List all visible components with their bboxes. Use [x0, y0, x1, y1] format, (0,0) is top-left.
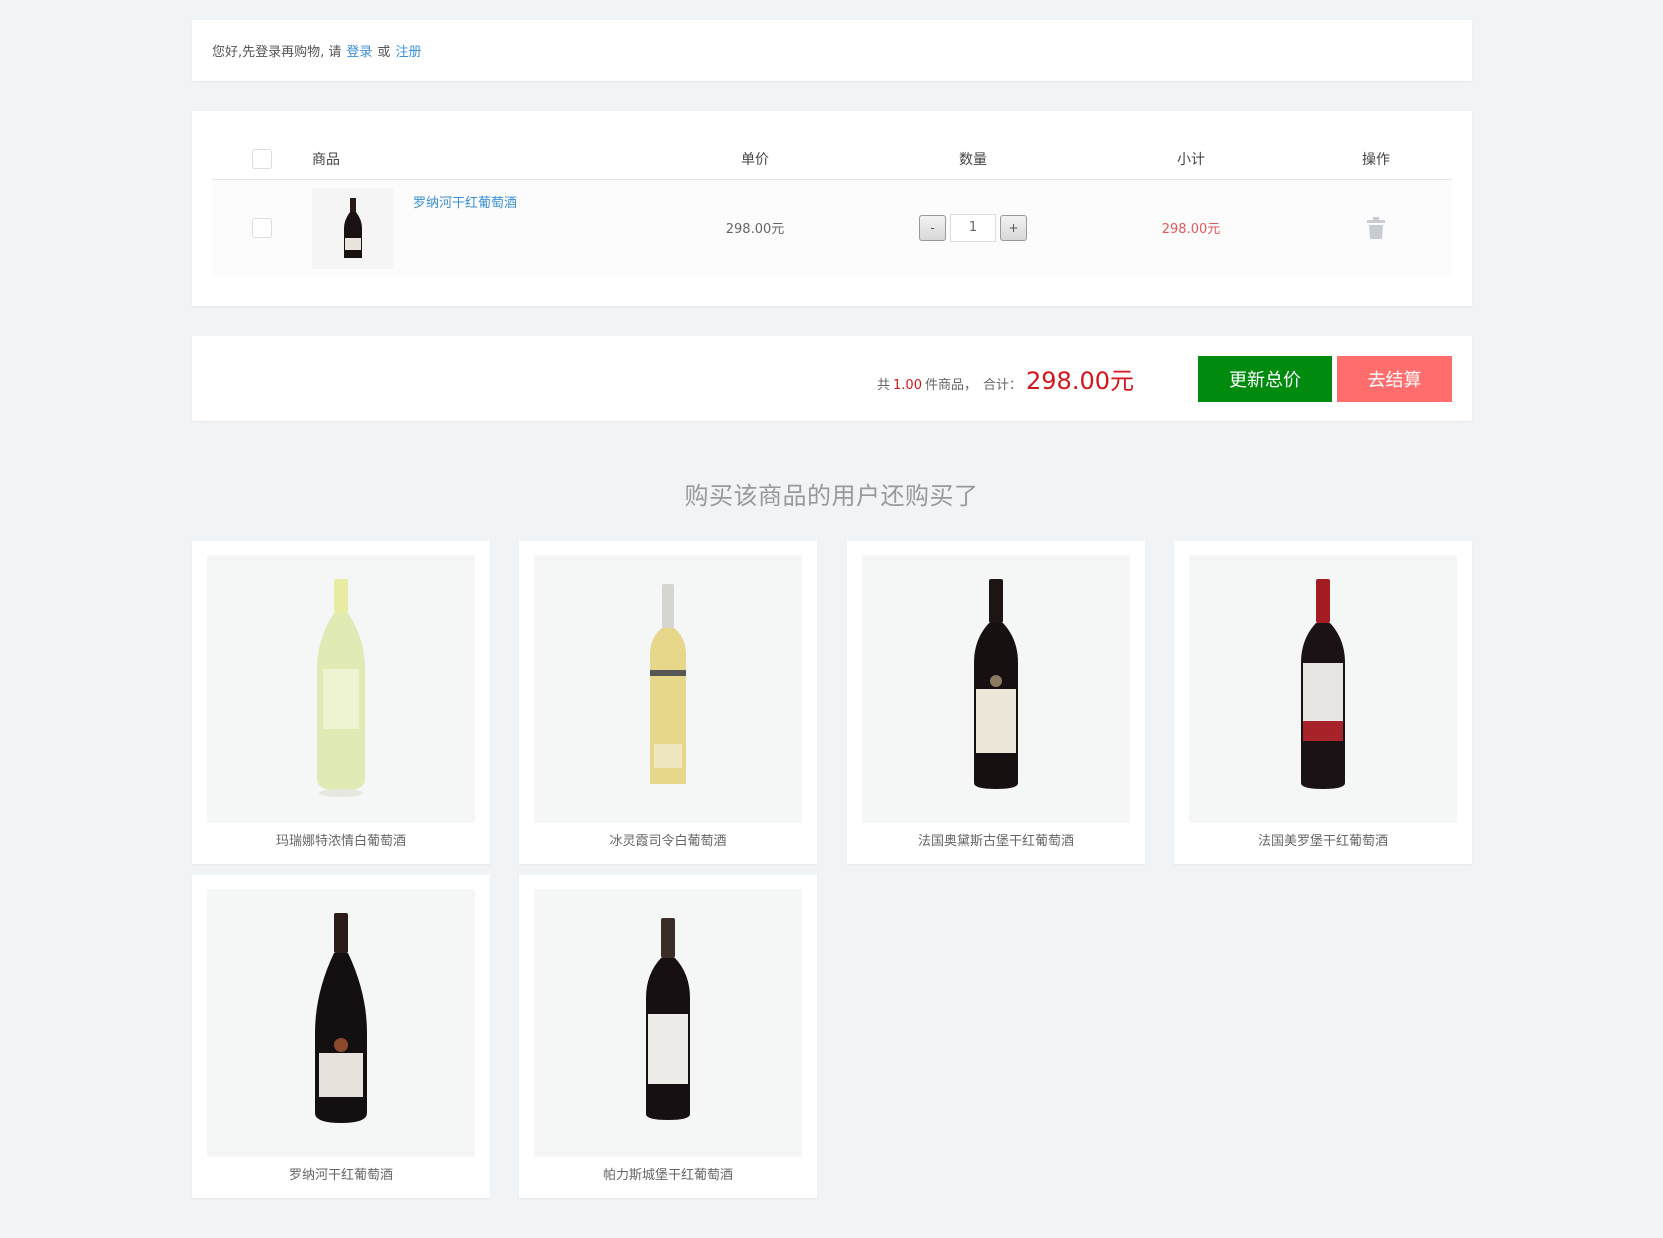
update-total-button[interactable]: 更新总价	[1198, 355, 1332, 402]
product-name[interactable]: 罗纳河干红葡萄酒	[192, 1164, 490, 1183]
red-wine-bottle-icon	[1301, 579, 1345, 789]
login-prompt-bar: 您好,先登录再购物, 请 登录 或 注册	[192, 20, 1472, 81]
header-subtotal: 小计	[1177, 152, 1205, 168]
product-name[interactable]: 冰灵霞司令白葡萄酒	[519, 830, 817, 849]
product-card[interactable]: 玛瑞娜特浓情白葡萄酒	[192, 541, 490, 864]
cart-table: 商品 单价 数量 小计 操作 罗纳河干红葡萄酒 298.00元 - + 298.…	[192, 111, 1472, 306]
product-image[interactable]	[1189, 555, 1457, 823]
cart-item-name-link[interactable]: 罗纳河干红葡萄酒	[413, 192, 517, 211]
checkout-button[interactable]: 去结算	[1337, 355, 1452, 402]
product-name[interactable]: 玛瑞娜特浓情白葡萄酒	[192, 830, 490, 849]
cart-item-price: 298.00元	[725, 222, 785, 237]
product-image[interactable]	[534, 889, 802, 1157]
product-name[interactable]: 帕力斯城堡干红葡萄酒	[519, 1164, 817, 1183]
select-all-checkbox[interactable]	[252, 149, 272, 169]
cart-item-thumbnail[interactable]	[312, 188, 393, 269]
login-link[interactable]: 登录	[346, 41, 372, 60]
cart-summary-bar: 共 1.00 件商品， 合计： 298.00元 更新总价 去结算	[192, 336, 1472, 421]
product-card[interactable]: 冰灵霞司令白葡萄酒	[519, 541, 817, 864]
quantity-input[interactable]	[950, 213, 996, 242]
product-image[interactable]	[207, 889, 475, 1157]
header-product: 商品	[312, 152, 340, 168]
recommendations-title: 购买该商品的用户还购买了	[684, 482, 979, 510]
cart-summary: 共 1.00 件商品， 合计： 298.00元	[877, 361, 1134, 396]
product-name[interactable]: 法国奥黛斯古堡干红葡萄酒	[847, 830, 1145, 849]
trash-icon[interactable]	[1366, 216, 1386, 239]
red-wine-bottle-icon	[343, 197, 362, 258]
product-image[interactable]	[207, 555, 475, 823]
cart-item-subtotal: 298.00元	[1161, 222, 1221, 237]
product-card[interactable]: 罗纳河干红葡萄酒	[192, 875, 490, 1198]
red-wine-bottle-icon	[974, 579, 1018, 789]
white-wine-bottle-icon	[650, 584, 686, 784]
header-quantity: 数量	[959, 152, 987, 168]
quantity-increase-button[interactable]: +	[1000, 214, 1027, 241]
total-amount: 298.00元	[1026, 367, 1134, 395]
total-label: 合计：	[983, 378, 1023, 393]
product-image[interactable]	[534, 555, 802, 823]
login-prompt-text: 您好,先登录再购物, 请	[212, 45, 342, 60]
quantity-decrease-button[interactable]: -	[919, 214, 946, 241]
count-suffix: 件商品，	[924, 378, 977, 393]
register-link[interactable]: 注册	[395, 41, 421, 60]
red-wine-bottle-icon	[315, 913, 367, 1123]
item-checkbox[interactable]	[252, 217, 272, 238]
product-card[interactable]: 法国奥黛斯古堡干红葡萄酒	[847, 541, 1145, 864]
red-wine-bottle-icon	[646, 918, 690, 1120]
quantity-stepper: - +	[864, 213, 1082, 242]
product-name[interactable]: 法国美罗堡干红葡萄酒	[1174, 830, 1472, 849]
cart-table-header: 商品 单价 数量 小计 操作	[212, 139, 1452, 180]
cart-item-row: 罗纳河干红葡萄酒 298.00元 - + 298.00元	[212, 180, 1452, 275]
header-action: 操作	[1362, 152, 1390, 168]
header-unit-price: 单价	[741, 152, 769, 168]
product-image[interactable]	[862, 555, 1130, 823]
white-wine-bottle-icon	[317, 579, 365, 797]
product-card[interactable]: 法国美罗堡干红葡萄酒	[1174, 541, 1472, 864]
or-text: 或	[377, 45, 391, 60]
item-count: 1.00	[893, 378, 922, 393]
count-prefix: 共	[877, 378, 891, 393]
product-card[interactable]: 帕力斯城堡干红葡萄酒	[519, 875, 817, 1198]
